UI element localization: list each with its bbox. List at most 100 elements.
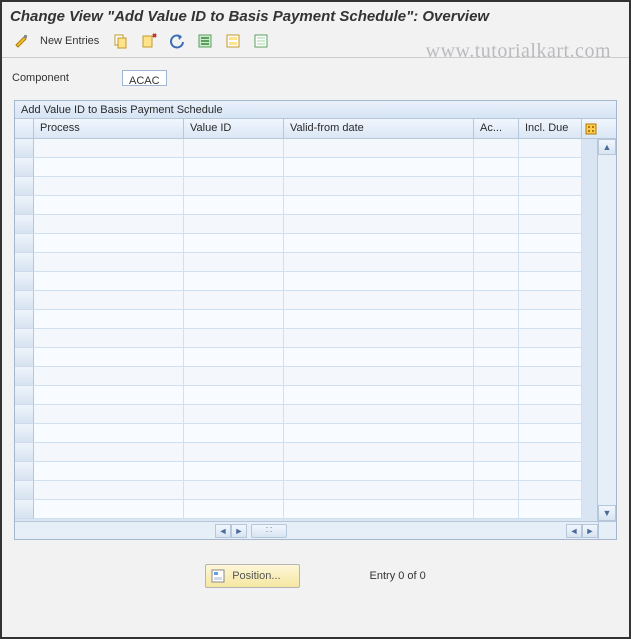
col-incl-due[interactable]: Incl. Due bbox=[519, 119, 582, 138]
row-selector[interactable] bbox=[15, 462, 34, 481]
cell-valid-from[interactable] bbox=[284, 424, 474, 443]
cell-valid-from[interactable] bbox=[284, 291, 474, 310]
undo-change-button[interactable] bbox=[165, 31, 189, 51]
cell-valid-from[interactable] bbox=[284, 234, 474, 253]
row-selector[interactable] bbox=[15, 196, 34, 215]
col-valid-from[interactable]: Valid-from date bbox=[284, 119, 474, 138]
cell-valid-from[interactable] bbox=[284, 139, 474, 158]
row-selector[interactable] bbox=[15, 329, 34, 348]
cell-incl-due[interactable] bbox=[519, 196, 582, 215]
cell-ac[interactable] bbox=[474, 139, 519, 158]
cell-incl-due[interactable] bbox=[519, 291, 582, 310]
cell-process[interactable] bbox=[34, 234, 184, 253]
toggle-display-change-button[interactable] bbox=[10, 31, 34, 51]
cell-value-id[interactable] bbox=[184, 386, 284, 405]
cell-ac[interactable] bbox=[474, 481, 519, 500]
cell-incl-due[interactable] bbox=[519, 405, 582, 424]
cell-valid-from[interactable] bbox=[284, 158, 474, 177]
row-selector[interactable] bbox=[15, 234, 34, 253]
cell-incl-due[interactable] bbox=[519, 424, 582, 443]
cell-value-id[interactable] bbox=[184, 158, 284, 177]
cell-process[interactable] bbox=[34, 367, 184, 386]
cell-process[interactable] bbox=[34, 348, 184, 367]
cell-value-id[interactable] bbox=[184, 291, 284, 310]
row-selector[interactable] bbox=[15, 310, 34, 329]
cell-process[interactable] bbox=[34, 272, 184, 291]
row-selector[interactable] bbox=[15, 500, 34, 519]
cell-value-id[interactable] bbox=[184, 272, 284, 291]
cell-process[interactable] bbox=[34, 196, 184, 215]
cell-ac[interactable] bbox=[474, 500, 519, 519]
cell-valid-from[interactable] bbox=[284, 177, 474, 196]
cell-ac[interactable] bbox=[474, 329, 519, 348]
cell-ac[interactable] bbox=[474, 291, 519, 310]
vertical-scrollbar[interactable]: ▲ ▼ bbox=[597, 139, 616, 521]
row-selector[interactable] bbox=[15, 158, 34, 177]
col-ac[interactable]: Ac... bbox=[474, 119, 519, 138]
row-selector[interactable] bbox=[15, 215, 34, 234]
cell-ac[interactable] bbox=[474, 424, 519, 443]
delete-button[interactable] bbox=[137, 31, 161, 51]
scroll-right-end-icon[interactable]: ► bbox=[582, 524, 598, 538]
cell-value-id[interactable] bbox=[184, 462, 284, 481]
cell-process[interactable] bbox=[34, 139, 184, 158]
cell-ac[interactable] bbox=[474, 196, 519, 215]
cell-process[interactable] bbox=[34, 386, 184, 405]
cell-incl-due[interactable] bbox=[519, 367, 582, 386]
cell-value-id[interactable] bbox=[184, 405, 284, 424]
col-process[interactable]: Process bbox=[34, 119, 184, 138]
row-selector[interactable] bbox=[15, 177, 34, 196]
cell-ac[interactable] bbox=[474, 462, 519, 481]
cell-incl-due[interactable] bbox=[519, 310, 582, 329]
cell-value-id[interactable] bbox=[184, 196, 284, 215]
row-selector[interactable] bbox=[15, 348, 34, 367]
cell-incl-due[interactable] bbox=[519, 272, 582, 291]
cell-valid-from[interactable] bbox=[284, 329, 474, 348]
cell-incl-due[interactable] bbox=[519, 348, 582, 367]
row-selector[interactable] bbox=[15, 405, 34, 424]
row-selector[interactable] bbox=[15, 481, 34, 500]
cell-value-id[interactable] bbox=[184, 348, 284, 367]
cell-incl-due[interactable] bbox=[519, 139, 582, 158]
cell-incl-due[interactable] bbox=[519, 500, 582, 519]
cell-valid-from[interactable] bbox=[284, 196, 474, 215]
cell-valid-from[interactable] bbox=[284, 272, 474, 291]
select-block-button[interactable] bbox=[221, 31, 245, 51]
cell-incl-due[interactable] bbox=[519, 329, 582, 348]
cell-process[interactable] bbox=[34, 310, 184, 329]
cell-ac[interactable] bbox=[474, 348, 519, 367]
cell-incl-due[interactable] bbox=[519, 234, 582, 253]
cell-incl-due[interactable] bbox=[519, 443, 582, 462]
row-selector[interactable] bbox=[15, 253, 34, 272]
cell-incl-due[interactable] bbox=[519, 158, 582, 177]
cell-incl-due[interactable] bbox=[519, 462, 582, 481]
row-selector[interactable] bbox=[15, 291, 34, 310]
new-entries-button[interactable]: New Entries bbox=[38, 31, 105, 51]
cell-process[interactable] bbox=[34, 500, 184, 519]
cell-valid-from[interactable] bbox=[284, 386, 474, 405]
cell-process[interactable] bbox=[34, 443, 184, 462]
cell-value-id[interactable] bbox=[184, 500, 284, 519]
table-settings-button[interactable] bbox=[582, 119, 600, 138]
select-all-button[interactable] bbox=[193, 31, 217, 51]
position-button[interactable]: Position... bbox=[205, 564, 299, 588]
cell-value-id[interactable] bbox=[184, 253, 284, 272]
copy-as-button[interactable] bbox=[109, 31, 133, 51]
component-field[interactable]: ACAC bbox=[122, 70, 167, 86]
deselect-all-button[interactable] bbox=[249, 31, 273, 51]
cell-ac[interactable] bbox=[474, 443, 519, 462]
cell-process[interactable] bbox=[34, 424, 184, 443]
cell-process[interactable] bbox=[34, 462, 184, 481]
cell-valid-from[interactable] bbox=[284, 443, 474, 462]
cell-valid-from[interactable] bbox=[284, 253, 474, 272]
cell-valid-from[interactable] bbox=[284, 310, 474, 329]
scroll-left-end-icon[interactable]: ◄ bbox=[566, 524, 582, 538]
cell-process[interactable] bbox=[34, 405, 184, 424]
cell-incl-due[interactable] bbox=[519, 253, 582, 272]
cell-valid-from[interactable] bbox=[284, 405, 474, 424]
cell-process[interactable] bbox=[34, 253, 184, 272]
cell-valid-from[interactable] bbox=[284, 215, 474, 234]
cell-incl-due[interactable] bbox=[519, 481, 582, 500]
cell-value-id[interactable] bbox=[184, 177, 284, 196]
cell-process[interactable] bbox=[34, 158, 184, 177]
